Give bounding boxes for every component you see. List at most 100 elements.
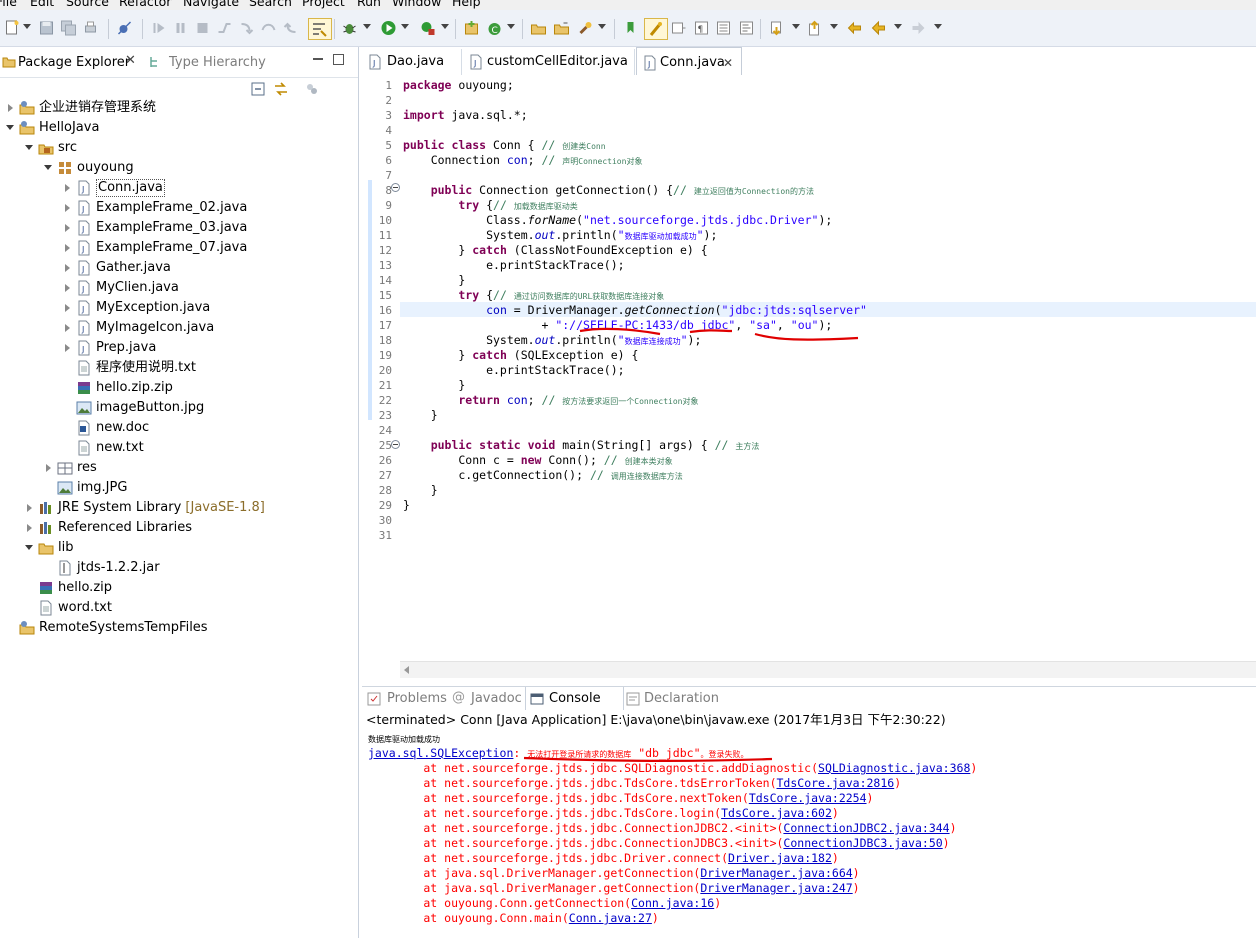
source-link[interactable]: Driver.java:182 xyxy=(728,851,832,865)
step-into-icon[interactable] xyxy=(238,20,255,36)
expand-icon[interactable] xyxy=(63,298,73,318)
tree-item-project-erp[interactable]: 企业进销存管理系统 xyxy=(0,98,358,118)
print-icon[interactable] xyxy=(82,20,99,36)
search-dropdown-icon[interactable] xyxy=(598,24,606,29)
expand-icon[interactable] xyxy=(63,218,73,238)
use-step-filters-icon[interactable] xyxy=(308,18,332,40)
tab-problems[interactable]: Problems xyxy=(387,687,447,711)
tab-package-explorer[interactable]: Package Explorer xyxy=(18,47,130,77)
next-edit-location-icon[interactable] xyxy=(768,20,785,36)
suspend-icon[interactable] xyxy=(172,20,189,36)
close-tab-icon[interactable]: ✕ xyxy=(723,48,733,78)
tab-declaration[interactable]: Declaration xyxy=(644,687,719,711)
tree-item-lib-folder[interactable]: lib xyxy=(0,538,358,558)
source-link[interactable]: SQLDiagnostic.java:368 xyxy=(818,761,970,775)
tree-item-package-ouyoung[interactable]: ouyoung xyxy=(0,158,358,178)
external-tools-dropdown-icon[interactable] xyxy=(441,24,449,29)
expand-icon[interactable] xyxy=(44,458,54,478)
tab-customcelleditor-java[interactable]: J customCellEditor.java xyxy=(463,49,635,75)
last-edit-location-icon[interactable] xyxy=(846,20,863,36)
collapse-icon[interactable] xyxy=(44,158,54,178)
expand-icon[interactable] xyxy=(63,318,73,338)
toggle-mark-occurrences-icon[interactable] xyxy=(644,18,668,40)
toggle-breadcrumb-icon[interactable] xyxy=(715,20,732,36)
tree-item-text-file[interactable]: new.txt xyxy=(0,438,358,458)
expand-icon[interactable] xyxy=(25,518,35,538)
expand-icon[interactable] xyxy=(63,178,73,198)
minimize-icon[interactable] xyxy=(313,58,323,60)
tab-type-hierarchy[interactable]: Type Hierarchy xyxy=(169,47,266,77)
back-icon[interactable] xyxy=(870,20,887,36)
filters-icon[interactable] xyxy=(305,82,319,96)
fold-collapse-icon[interactable] xyxy=(391,440,400,449)
new-dropdown-icon[interactable] xyxy=(23,24,31,29)
menu-file[interactable]: File xyxy=(0,0,17,9)
menu-refactor[interactable]: Refactor xyxy=(119,0,171,9)
tab-javadoc[interactable]: Javadoc xyxy=(471,687,522,711)
code-editor[interactable]: 1 package ouyoung; 2 3 import java.sql.*; 4 5 p… xyxy=(362,75,1256,679)
show-whitespace-icon[interactable]: ¶ xyxy=(693,20,710,36)
close-tab-icon[interactable]: ✕ xyxy=(125,53,136,68)
expand-icon[interactable] xyxy=(63,238,73,258)
new-class-icon[interactable]: C xyxy=(486,20,503,36)
tree-item-image-file[interactable]: imageButton.jpg xyxy=(0,398,358,418)
show-source-icon[interactable] xyxy=(738,20,755,36)
next-edit-dropdown-icon[interactable] xyxy=(792,24,800,29)
tree-item-res[interactable]: res xyxy=(0,458,358,478)
source-link[interactable]: DriverManager.java:247 xyxy=(700,881,852,895)
tree-item-jar-file[interactable]: jtds-1.2.2.jar xyxy=(0,558,358,578)
tree-item-referenced-libraries[interactable]: Referenced Libraries xyxy=(0,518,358,538)
expand-icon[interactable] xyxy=(63,258,73,278)
expand-icon[interactable] xyxy=(6,98,16,118)
step-over-icon[interactable] xyxy=(260,20,277,36)
debug-dropdown-icon[interactable] xyxy=(363,24,371,29)
tree-item-zip-file[interactable]: hello.zip.zip xyxy=(0,378,358,398)
tab-conn-java[interactable]: J Conn.java ✕ xyxy=(636,47,742,76)
previous-edit-location-icon[interactable] xyxy=(806,20,823,36)
expand-icon[interactable] xyxy=(25,498,35,518)
run-dropdown-icon[interactable] xyxy=(401,24,409,29)
disconnect-icon[interactable] xyxy=(216,20,233,36)
toggle-block-selection-icon[interactable] xyxy=(670,20,687,36)
tree-item-java-file[interactable]: J Prep.java xyxy=(0,338,358,358)
tree-item-project-hellojava[interactable]: HelloJava xyxy=(0,118,358,138)
expand-icon[interactable] xyxy=(63,338,73,358)
back-dropdown-icon[interactable] xyxy=(894,24,902,29)
search-icon[interactable] xyxy=(577,20,594,36)
horizontal-scrollbar[interactable] xyxy=(400,661,1256,678)
resume-icon[interactable] xyxy=(150,20,167,36)
link-with-editor-icon[interactable] xyxy=(273,81,289,97)
tree-item-java-file[interactable]: J Conn.java xyxy=(0,178,358,198)
source-link[interactable]: ConnectionJDBC3.java:50 xyxy=(783,836,942,850)
fold-collapse-icon[interactable] xyxy=(391,183,400,192)
tree-item-project-remote[interactable]: RemoteSystemsTempFiles xyxy=(0,618,358,638)
tree-item-java-file[interactable]: J ExampleFrame_07.java xyxy=(0,238,358,258)
forward-icon[interactable] xyxy=(910,20,927,36)
skip-breakpoints-icon[interactable] xyxy=(116,20,133,36)
new-class-dropdown-icon[interactable] xyxy=(507,24,515,29)
tab-console[interactable]: Console xyxy=(525,687,624,711)
expand-icon[interactable] xyxy=(63,278,73,298)
tree-item-java-file[interactable]: J ExampleFrame_02.java xyxy=(0,198,358,218)
menu-window[interactable]: Window xyxy=(392,0,441,9)
source-link[interactable]: Conn.java:16 xyxy=(631,896,714,910)
step-return-icon[interactable] xyxy=(282,20,299,36)
menu-navigate[interactable]: Navigate xyxy=(183,0,239,9)
collapse-icon[interactable] xyxy=(25,538,35,558)
run-icon[interactable] xyxy=(380,20,397,36)
new-java-project-icon[interactable] xyxy=(463,20,480,36)
exception-link[interactable]: java.sql.SQLException xyxy=(368,746,513,760)
maximize-icon[interactable] xyxy=(333,54,344,65)
debug-icon[interactable] xyxy=(341,20,358,36)
tree-item-text-file[interactable]: word.txt xyxy=(0,598,358,618)
menu-search[interactable]: Search xyxy=(249,0,292,9)
tree-item-doc-file[interactable]: new.doc xyxy=(0,418,358,438)
tree-item-image-file[interactable]: img.JPG xyxy=(0,478,358,498)
menu-project[interactable]: Project xyxy=(302,0,345,9)
menu-help[interactable]: Help xyxy=(452,0,481,9)
collapse-all-icon[interactable] xyxy=(251,82,265,96)
tree-item-src[interactable]: src xyxy=(0,138,358,158)
terminate-icon[interactable] xyxy=(194,20,211,36)
external-tools-icon[interactable] xyxy=(419,20,436,36)
next-annotation-icon[interactable] xyxy=(622,20,639,36)
